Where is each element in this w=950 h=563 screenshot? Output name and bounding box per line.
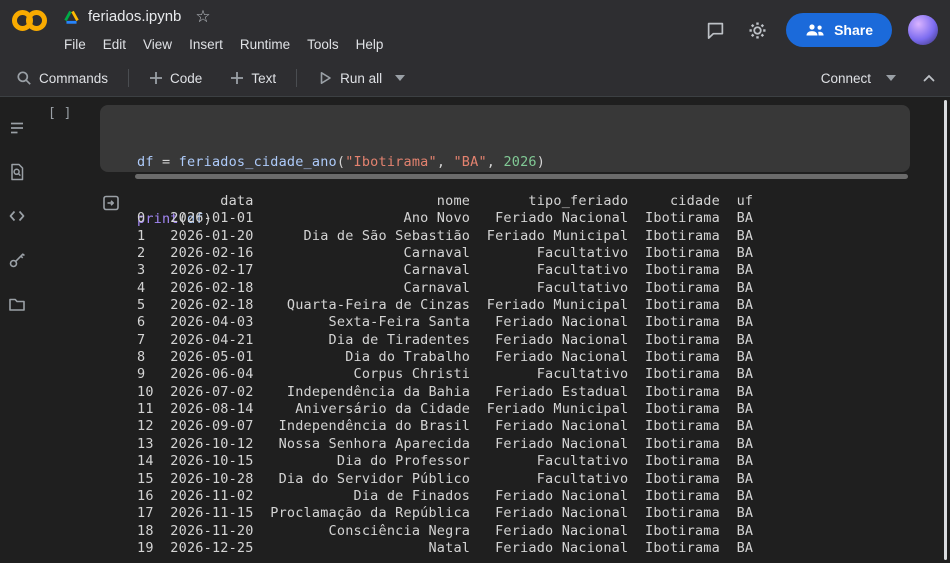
- toolbar-left: Commands Code Text: [8, 66, 413, 90]
- chevron-down-icon[interactable]: [395, 75, 405, 81]
- search-icon: [16, 70, 32, 86]
- menu-insert[interactable]: Insert: [189, 37, 223, 52]
- menu-file[interactable]: File: [64, 37, 86, 52]
- drive-icon: [64, 10, 79, 24]
- menu-help[interactable]: Help: [356, 37, 384, 52]
- code-snippets-icon[interactable]: [3, 199, 31, 232]
- share-button[interactable]: Share: [786, 13, 892, 47]
- connect-button[interactable]: Connect: [813, 67, 904, 90]
- code-cell[interactable]: df = feriados_cidade_ano("Ibotirama", "B…: [100, 105, 910, 172]
- app-header: feriados.ipynb ☆ File Edit View Insert R…: [0, 0, 950, 60]
- cell-output-icon[interactable]: [101, 193, 121, 213]
- output-text: data nome tipo_feriado cidade uf 0 2026-…: [137, 193, 753, 557]
- add-code-button[interactable]: Code: [141, 67, 210, 90]
- vertical-scrollbar[interactable]: [944, 100, 947, 560]
- left-sidebar: [0, 97, 34, 563]
- commands-label: Commands: [39, 71, 108, 86]
- colab-logo-icon[interactable]: [12, 10, 47, 31]
- comments-button[interactable]: [702, 17, 728, 43]
- notebook-filename[interactable]: feriados.ipynb: [88, 8, 181, 25]
- menu-bar: File Edit View Insert Runtime Tools Help: [64, 37, 383, 52]
- commands-button[interactable]: Commands: [8, 66, 116, 90]
- header-actions: Share: [702, 0, 938, 60]
- toolbar-divider: [128, 69, 129, 87]
- secrets-key-icon[interactable]: [3, 243, 31, 276]
- user-avatar[interactable]: [908, 15, 938, 45]
- people-icon: [805, 23, 825, 37]
- code-line: df = feriados_cidade_ano("Ibotirama", "B…: [137, 153, 545, 172]
- horizontal-scrollbar[interactable]: [135, 174, 908, 179]
- plus-icon: [230, 71, 244, 85]
- share-label: Share: [834, 22, 873, 38]
- menu-runtime[interactable]: Runtime: [240, 37, 290, 52]
- find-replace-icon[interactable]: [3, 155, 31, 188]
- table-of-contents-icon[interactable]: [3, 111, 31, 144]
- collapse-toolbar-button[interactable]: [916, 65, 942, 91]
- plus-icon: [149, 71, 163, 85]
- add-code-label: Code: [170, 71, 202, 86]
- add-text-button[interactable]: Text: [222, 67, 284, 90]
- run-all-label: Run all: [340, 71, 382, 86]
- settings-gear-icon[interactable]: [744, 17, 770, 43]
- colab-app: feriados.ipynb ☆ File Edit View Insert R…: [0, 0, 950, 563]
- colab-logo-right-ring: [26, 10, 47, 31]
- star-icon[interactable]: ☆: [195, 8, 210, 25]
- toolbar-right: Connect: [813, 65, 942, 91]
- file-title-row: feriados.ipynb ☆: [64, 8, 211, 25]
- run-all-button[interactable]: Run all: [309, 66, 413, 90]
- menu-tools[interactable]: Tools: [307, 37, 339, 52]
- play-icon: [317, 70, 333, 86]
- menu-edit[interactable]: Edit: [103, 37, 126, 52]
- cell-run-button[interactable]: [ ]: [48, 106, 71, 121]
- add-text-label: Text: [251, 71, 276, 86]
- notebook-toolbar: Commands Code Text: [0, 60, 950, 97]
- toolbar-divider: [296, 69, 297, 87]
- menu-view[interactable]: View: [143, 37, 172, 52]
- connect-label: Connect: [821, 71, 871, 86]
- files-folder-icon[interactable]: [3, 287, 31, 320]
- chevron-down-icon: [886, 75, 896, 81]
